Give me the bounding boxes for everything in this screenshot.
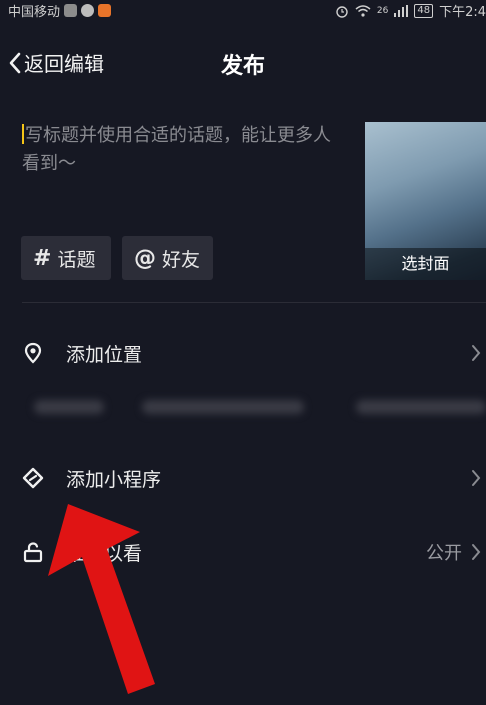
carrier-name: 中国移动 [8,5,61,20]
mention-friend-button[interactable]: @ 好友 [122,236,213,280]
alarm-icon [336,5,348,18]
wifi-icon [355,4,371,17]
location-suggestion[interactable] [34,400,104,414]
caption-input[interactable]: 写标题并使用合适的话题，能让更多人看到～ [22,122,347,178]
cover-thumbnail[interactable]: 选封面 [365,122,486,280]
signal-badge: 26 [376,5,389,16]
cell-signal-icon [394,4,409,17]
text-cursor [22,124,24,144]
visibility-label: 谁可以看 [66,542,143,565]
chevron-right-icon [472,544,481,560]
location-suggestion[interactable] [356,400,486,414]
visibility-row[interactable]: 谁可以看 公开 [0,530,486,574]
at-icon: @ [134,245,156,271]
nav-bar: 返回编辑 发布 [0,40,486,88]
mini-program-icon [22,467,44,489]
location-suggestion[interactable] [142,400,304,414]
status-right: 26 48 下午2:4 [335,1,486,20]
caption-placeholder: 写标题并使用合适的话题，能让更多人看到～ [22,125,331,174]
chevron-right-icon [472,345,481,361]
app-notification-icon [64,4,78,17]
divider [22,302,486,303]
add-location-label: 添加位置 [66,343,143,366]
clock: 下午2:4 [439,5,486,20]
page-title: 发布 [220,54,265,79]
status-left: 中国移动 [8,1,112,20]
add-mini-program-label: 添加小程序 [66,468,162,491]
media-notification-icon [98,4,112,17]
hashtag-icon: # [33,245,52,271]
add-location-row[interactable]: 添加位置 [0,331,486,375]
location-pin-icon [24,342,42,364]
topic-button[interactable]: # 话题 [21,236,111,280]
visibility-value: 公开 [426,543,462,564]
chevron-right-icon [472,470,481,486]
add-mini-program-row[interactable]: 添加小程序 [0,456,486,500]
sync-icon [81,4,95,17]
select-cover-label: 选封面 [365,248,486,280]
unlock-icon [23,542,43,563]
battery-indicator: 48 [414,3,434,18]
status-bar: 中国移动 26 48 下午2:4 [0,0,486,20]
topic-label: 话题 [57,248,96,271]
friend-label: 好友 [162,248,201,271]
